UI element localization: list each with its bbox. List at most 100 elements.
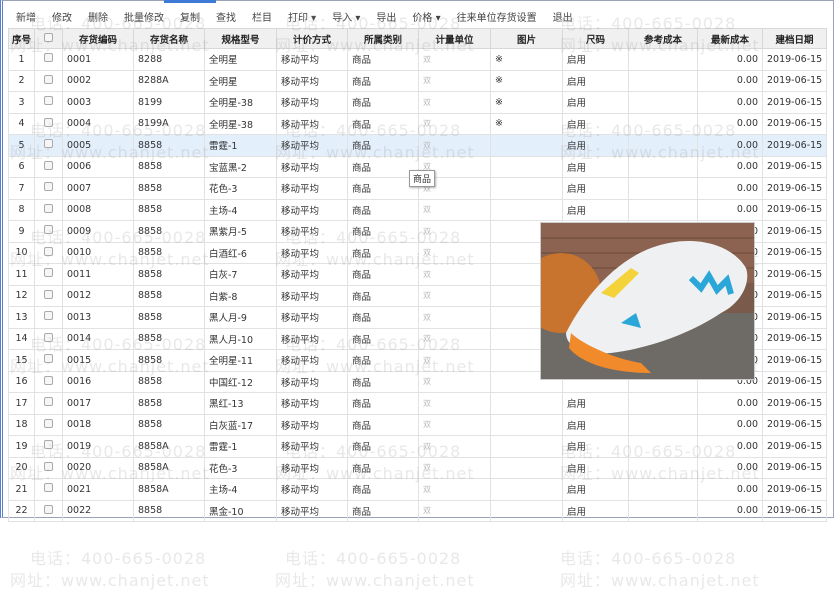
cell: 3 (8, 91, 35, 114)
row-checkbox-cell[interactable] (34, 435, 63, 458)
checkbox[interactable] (44, 375, 53, 385)
checkbox[interactable] (44, 74, 53, 84)
row-checkbox-cell[interactable] (34, 220, 63, 243)
table-row[interactable]: 22 0022 8858 黑金-10 移动平均 商品双 启用 0.00 2019-06-15 (8, 499, 827, 522)
cell: 11 (8, 263, 35, 286)
row-checkbox-cell[interactable] (34, 284, 63, 307)
cell: 商品 (347, 284, 419, 307)
checkbox[interactable] (44, 440, 53, 450)
table-row[interactable]: 4 0004 8199A 全明星-38 移动平均 商品双 ※ 启用 0.00 2019-06-15 (8, 112, 827, 135)
checkbox[interactable] (44, 397, 53, 407)
cell: 商品 (347, 241, 419, 264)
cell: 移动平均 (276, 134, 348, 157)
toolbar-button[interactable]: 导入 ▾ (324, 9, 368, 24)
toolbar-button[interactable]: 批量修改 (116, 9, 172, 24)
checkbox[interactable] (44, 160, 53, 170)
toolbar-button[interactable]: 退出 (545, 9, 581, 24)
cell: 花色-3 (204, 456, 277, 479)
select-all-checkbox[interactable] (34, 28, 63, 49)
cell: 双 (418, 69, 491, 92)
cell: 0010 (62, 241, 134, 264)
toolbar-button[interactable]: 价格 ▾ (404, 9, 448, 24)
table-row[interactable]: 5 0005 8858 雷霆-1 移动平均 商品双 启用 0.00 2019-06-15 (8, 134, 827, 157)
checkbox[interactable] (44, 311, 53, 321)
row-checkbox-cell[interactable] (34, 134, 63, 157)
cell: 8858 (133, 263, 205, 286)
table-row[interactable]: 18 0018 8858 白灰蓝-17 移动平均 商品双 启用 0.00 2019-06-15 (8, 413, 827, 436)
column-header[interactable]: 计价方式 (276, 28, 348, 49)
row-checkbox-cell[interactable] (34, 155, 63, 178)
column-header[interactable]: 所属类别 (347, 28, 419, 49)
table-row[interactable]: 2 0002 8288A 全明星 移动平均 商品双 ※ 启用 0.00 2019-06-15 (8, 69, 827, 92)
row-checkbox-cell[interactable] (34, 198, 63, 221)
cell: 0.00 (697, 435, 763, 458)
table-row[interactable]: 8 0008 8858 主场-4 移动平均 商品双 启用 0.00 2019-06-15 (8, 198, 827, 221)
checkbox[interactable] (44, 332, 53, 342)
row-checkbox-cell[interactable] (34, 306, 63, 329)
toolbar-button[interactable]: 往来单位存货设置 (449, 9, 545, 24)
checkbox[interactable] (44, 504, 53, 514)
toolbar-button[interactable]: 导出 (368, 9, 404, 24)
row-checkbox-cell[interactable] (34, 91, 63, 114)
toolbar-button[interactable]: 复制 (172, 9, 208, 24)
row-checkbox-cell[interactable] (34, 48, 63, 71)
row-checkbox-cell[interactable] (34, 478, 63, 501)
row-checkbox-cell[interactable] (34, 413, 63, 436)
column-header[interactable]: 图片 (490, 28, 563, 49)
toolbar-button[interactable]: 栏目 (244, 9, 280, 24)
column-header[interactable]: 尺码 (562, 28, 629, 49)
column-header[interactable]: 参考成本 (628, 28, 698, 49)
checkbox[interactable] (44, 32, 53, 42)
row-checkbox-cell[interactable] (34, 177, 63, 200)
row-checkbox-cell[interactable] (34, 69, 63, 92)
row-checkbox-cell[interactable] (34, 263, 63, 286)
checkbox[interactable] (44, 354, 53, 364)
table-row[interactable]: 3 0003 8199 全明星-38 移动平均 商品双 ※ 启用 0.00 2019-06-15 (8, 91, 827, 114)
checkbox[interactable] (44, 418, 53, 428)
checkbox[interactable] (44, 246, 53, 256)
column-header[interactable]: 建档日期 (762, 28, 827, 49)
toolbar-button[interactable]: 打印 ▾ (280, 9, 324, 24)
table-row[interactable]: 20 0020 8858A 花色-3 移动平均 商品双 启用 0.00 2019-06-15 (8, 456, 827, 479)
row-checkbox-cell[interactable] (34, 456, 63, 479)
column-header[interactable]: 序号 (8, 28, 35, 49)
column-header[interactable]: 规格型号 (204, 28, 277, 49)
table-row[interactable]: 21 0021 8858A 主场-4 移动平均 商品双 启用 0.00 2019-06-15 (8, 478, 827, 501)
toolbar-button[interactable]: 删除 (80, 9, 116, 24)
checkbox[interactable] (44, 289, 53, 299)
checkbox[interactable] (44, 139, 53, 149)
cell: 0002 (62, 69, 134, 92)
cell: 0014 (62, 327, 134, 350)
table-row[interactable]: 1 0001 8288 全明星 移动平均 商品双 ※ 启用 0.00 2019-06-15 (8, 48, 827, 71)
checkbox[interactable] (44, 203, 53, 213)
row-checkbox-cell[interactable] (34, 112, 63, 135)
cell: 16 (8, 370, 35, 393)
checkbox[interactable] (44, 461, 53, 471)
checkbox[interactable] (44, 53, 53, 63)
toolbar-button[interactable]: 查找 (208, 9, 244, 24)
checkbox[interactable] (44, 117, 53, 127)
row-checkbox-cell[interactable] (34, 327, 63, 350)
row-checkbox-cell[interactable] (34, 392, 63, 415)
row-checkbox-cell[interactable] (34, 370, 63, 393)
checkbox[interactable] (44, 268, 53, 278)
checkbox[interactable] (44, 182, 53, 192)
table-row[interactable]: 17 0017 8858 黑红-13 移动平均 商品双 启用 0.00 2019-06-15 (8, 392, 827, 415)
checkbox[interactable] (44, 483, 53, 493)
toolbar-button[interactable]: 修改 (44, 9, 80, 24)
row-checkbox-cell[interactable] (34, 499, 63, 522)
row-checkbox-cell[interactable] (34, 241, 63, 264)
cell: 移动平均 (276, 349, 348, 372)
column-header[interactable]: 计量单位 (418, 28, 491, 49)
column-header[interactable]: 存货名称 (133, 28, 205, 49)
table-row[interactable]: 19 0019 8858A 雷霆-1 移动平均 商品双 启用 0.00 2019-06-15 (8, 435, 827, 458)
column-header[interactable]: 最新成本 (697, 28, 763, 49)
row-checkbox-cell[interactable] (34, 349, 63, 372)
column-header[interactable]: 存货编码 (62, 28, 134, 49)
cell: 商品 (347, 198, 419, 221)
cell: 7 (8, 177, 35, 200)
cell: 21 (8, 478, 35, 501)
checkbox[interactable] (44, 96, 53, 106)
toolbar-button[interactable]: 新增 (8, 9, 44, 24)
checkbox[interactable] (44, 225, 53, 235)
